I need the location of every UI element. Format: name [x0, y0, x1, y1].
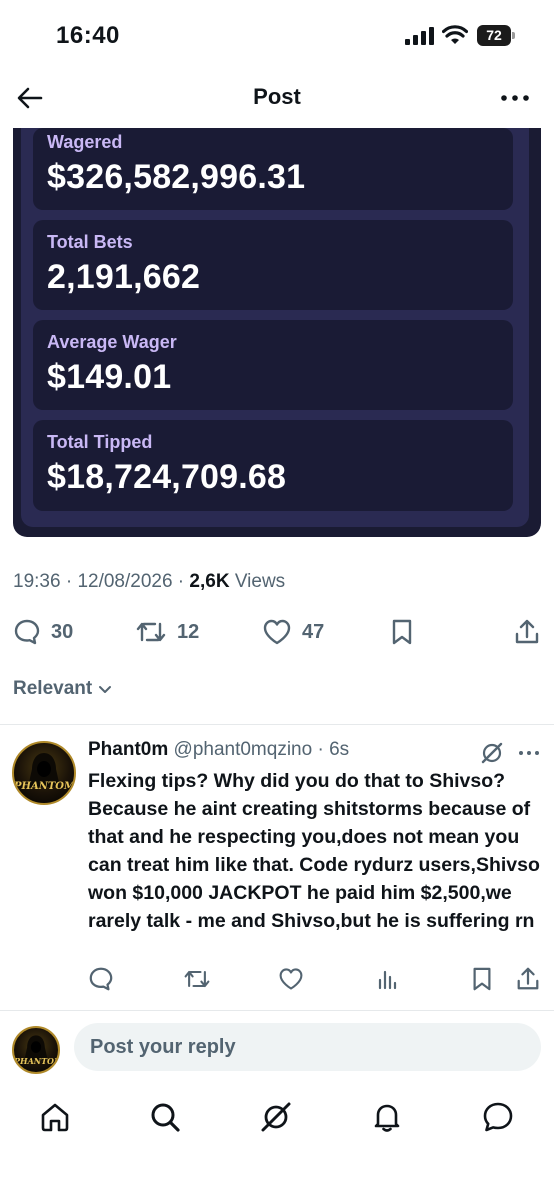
share-icon[interactable] — [515, 966, 541, 992]
grok-icon[interactable] — [480, 741, 504, 765]
bookmark-icon — [392, 619, 412, 645]
post-date: 12/08/2026 — [77, 571, 173, 592]
views-label: Views — [234, 571, 286, 592]
status-time: 16:40 — [56, 22, 120, 49]
bottom-tab-bar — [0, 1090, 554, 1150]
post-actions: 30 12 47 — [0, 612, 554, 652]
reply-icon[interactable] — [88, 966, 114, 992]
bell-icon[interactable] — [370, 1100, 404, 1134]
battery-icon: 72 — [477, 25, 515, 46]
stat-label: Wagered — [47, 132, 123, 152]
reply-button[interactable]: 30 — [13, 612, 73, 652]
stat-card-total-tipped: Total Tipped $18,724,709.68 — [33, 420, 513, 511]
stat-value: $149.01 — [47, 358, 172, 396]
stat-card-total-bets: Total Bets 2,191,662 — [33, 220, 513, 310]
like-button[interactable]: 47 — [262, 612, 324, 652]
reply-more-icon[interactable] — [518, 748, 540, 758]
home-icon[interactable] — [38, 1100, 72, 1134]
reply-age: 6s — [329, 739, 350, 760]
reply-author-name[interactable]: Phant0m — [88, 739, 168, 760]
post-meta: 19:36 · 12/08/2026 · 2,6K Views — [13, 571, 286, 592]
post-header: Post — [0, 70, 554, 128]
stat-label: Average Wager — [47, 332, 177, 352]
reply-text: Flexing tips? Why did you do that to Shi… — [88, 770, 540, 932]
reply-icon — [14, 619, 40, 645]
grok-icon[interactable] — [259, 1100, 293, 1134]
reply-actions — [0, 966, 554, 996]
chevron-down-icon — [99, 686, 112, 693]
signal-icon — [405, 27, 435, 45]
bookmark-button[interactable] — [389, 612, 415, 652]
stat-label: Total Tipped — [47, 432, 153, 452]
stat-card-wagered: Wagered $326,582,996.31 — [33, 128, 513, 210]
battery-level: 72 — [486, 27, 502, 43]
stat-label: Total Bets — [47, 232, 133, 252]
post-time: 19:36 — [13, 571, 61, 592]
analytics-icon[interactable] — [375, 966, 401, 992]
reply-header: Phant0m @phant0mqzino · 6s — [88, 739, 350, 760]
like-icon[interactable] — [278, 966, 304, 992]
repost-icon — [136, 622, 166, 642]
wifi-icon — [442, 25, 468, 45]
like-count: 47 — [302, 620, 325, 643]
divider — [0, 724, 554, 725]
divider — [0, 1010, 554, 1011]
repost-button[interactable]: 12 — [135, 612, 199, 652]
messages-icon[interactable] — [481, 1100, 515, 1134]
like-icon — [263, 619, 291, 645]
reply-input[interactable]: Post your reply — [74, 1023, 541, 1071]
repost-icon[interactable] — [183, 966, 210, 992]
stat-card-average-wager: Average Wager $149.01 — [33, 320, 513, 410]
sort-dropdown[interactable]: Relevant — [13, 678, 114, 700]
avatar[interactable]: PHANTOM — [12, 741, 76, 805]
avatar-label: PHANTOM — [14, 1056, 60, 1066]
status-bar: 16:40 72 — [0, 0, 554, 70]
views-count: 2,6K — [189, 571, 230, 592]
stat-value: 2,191,662 — [47, 258, 201, 296]
compose-avatar: PHANTOM — [12, 1026, 60, 1074]
bookmark-icon[interactable] — [470, 966, 496, 992]
repost-count: 12 — [177, 620, 200, 643]
stat-value: $326,582,996.31 — [47, 158, 306, 196]
reply-count: 30 — [51, 620, 74, 643]
sort-label: Relevant — [13, 678, 93, 699]
share-button[interactable] — [513, 612, 541, 652]
more-icon[interactable] — [500, 84, 530, 112]
avatar-label: PHANTOM — [14, 781, 76, 792]
reply-author-handle[interactable]: @phant0mqzino — [174, 739, 313, 760]
page-title: Post — [253, 84, 301, 109]
search-icon[interactable] — [148, 1100, 182, 1134]
stat-value: $18,724,709.68 — [47, 458, 287, 496]
share-icon — [515, 619, 539, 644]
